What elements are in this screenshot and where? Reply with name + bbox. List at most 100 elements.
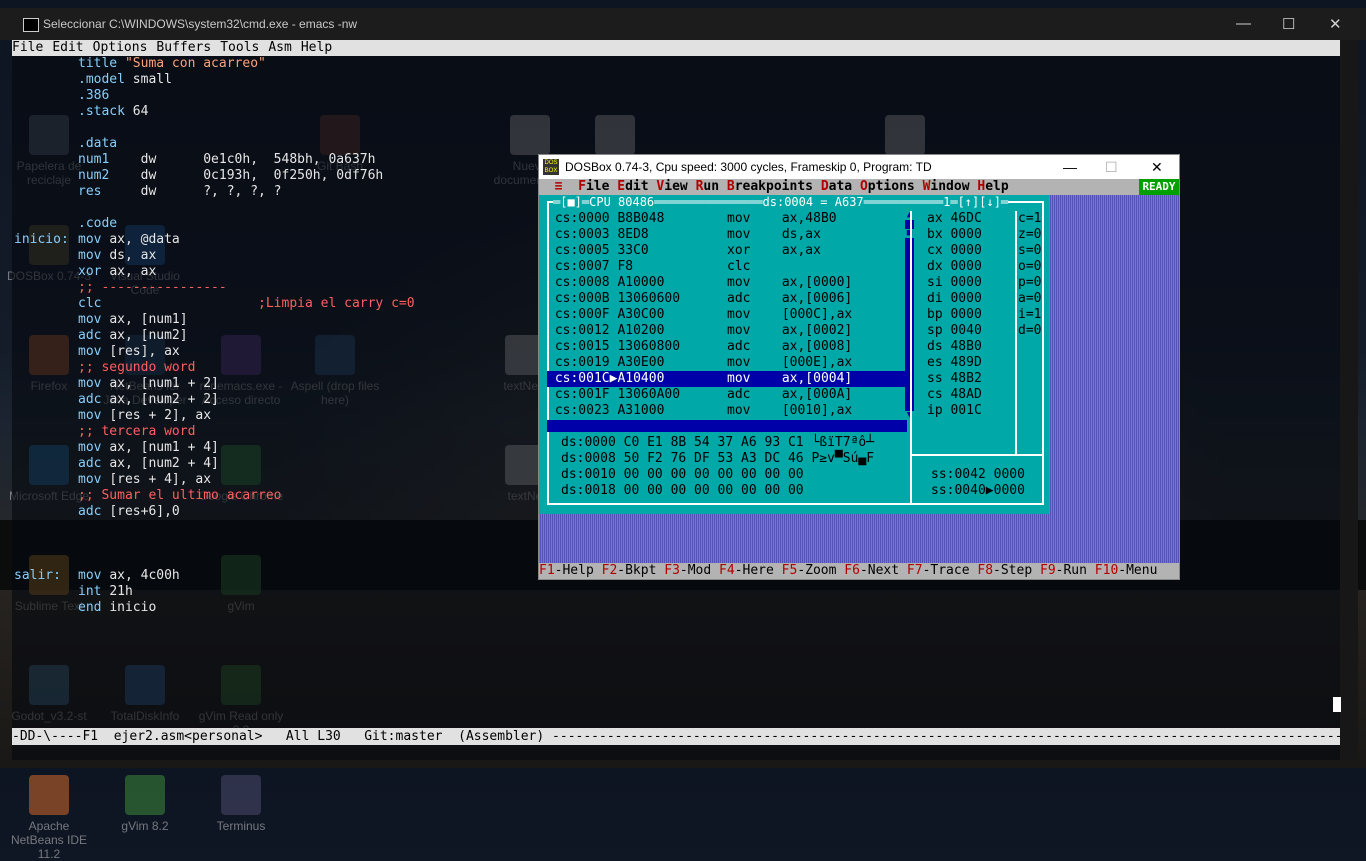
code-line[interactable]: ;; ---------------- bbox=[78, 280, 227, 296]
td-menu-item[interactable]: ≡ bbox=[555, 179, 563, 194]
code-line[interactable]: ;; Sumar el ultimo acarreo bbox=[78, 488, 282, 504]
code-line[interactable]: num1 dw 0e1c0h, 548bh, 0a637h bbox=[78, 152, 375, 168]
fkey-item[interactable]: F5-Zoom bbox=[782, 563, 845, 578]
code-line[interactable]: end inicio bbox=[78, 600, 156, 616]
console-scrollbar[interactable] bbox=[1340, 40, 1358, 760]
disassembly-row[interactable]: cs:000F A30C00 mov [000C],ax bbox=[547, 307, 907, 323]
code-line[interactable]: mov ax, [num1] bbox=[78, 312, 188, 328]
register-row[interactable]: si 0000 bbox=[927, 275, 982, 291]
fkey-item[interactable]: F2-Bkpt bbox=[602, 563, 665, 578]
fkey-item[interactable]: F3-Mod bbox=[664, 563, 719, 578]
close-icon[interactable]: ✕ bbox=[1329, 15, 1342, 33]
disassembly-row[interactable]: cs:0007 F8 clc bbox=[547, 259, 907, 275]
code-line[interactable]: mov [res], ax bbox=[78, 344, 180, 360]
disassembly-row[interactable]: cs:0003 8ED8 mov ds,ax bbox=[547, 227, 907, 243]
dosbox-minimize-icon[interactable]: — bbox=[1063, 155, 1077, 179]
desktop-icon[interactable]: Terminus bbox=[196, 775, 286, 833]
maximize-icon[interactable]: ☐ bbox=[1282, 15, 1295, 33]
code-label[interactable]: salir: bbox=[14, 568, 61, 584]
register-row[interactable]: dx 0000 bbox=[927, 259, 982, 275]
emacs-menu-asm[interactable]: Asm bbox=[268, 40, 291, 55]
register-row[interactable]: cs 48AD bbox=[927, 387, 982, 403]
td-menu-item[interactable]: Edit bbox=[617, 179, 648, 194]
register-row[interactable]: bx 0000 bbox=[927, 227, 982, 243]
disassembly-row[interactable]: cs:0019 A30E00 mov [000E],ax bbox=[547, 355, 907, 371]
memory-dump-row[interactable]: ds:0008 50 F2 76 DF 53 A3 DC 46 P≥v▀Sú▄F bbox=[561, 451, 874, 467]
code-line[interactable]: .code bbox=[78, 216, 117, 232]
td-menu-item[interactable]: Options bbox=[860, 179, 915, 194]
code-line[interactable]: .model small bbox=[78, 72, 172, 88]
code-line[interactable]: .stack 64 bbox=[78, 104, 148, 120]
emacs-menu-file[interactable]: File bbox=[12, 40, 43, 55]
dosbox-close-icon[interactable]: ✕ bbox=[1151, 155, 1163, 179]
register-row[interactable]: ss 48B2 bbox=[927, 371, 982, 387]
emacs-menu-tools[interactable]: Tools bbox=[220, 40, 259, 55]
code-line[interactable]: clc ;Limpia el carry c=0 bbox=[78, 296, 415, 312]
register-row[interactable]: sp 0040 bbox=[927, 323, 982, 339]
disassembly-row[interactable]: cs:0000 B8B048 mov ax,48B0 bbox=[547, 211, 907, 227]
code-line[interactable]: adc [res+6],0 bbox=[78, 504, 180, 520]
emacs-menu-help[interactable]: Help bbox=[301, 40, 332, 55]
memory-dump-pane[interactable]: ds:0000 C0 E1 8B 54 37 A6 93 C1 └ßïT7ªô┴… bbox=[561, 435, 874, 499]
flag-row[interactable]: o=0 bbox=[1018, 259, 1041, 275]
td-menu-item[interactable]: Breakpoints bbox=[727, 179, 813, 194]
memory-dump-row[interactable]: ds:0000 C0 E1 8B 54 37 A6 93 C1 └ßïT7ªô┴ bbox=[561, 435, 874, 451]
disassembly-row[interactable]: cs:0012 A10200 mov ax,[0002] bbox=[547, 323, 907, 339]
disassembly-hscrollbar[interactable] bbox=[547, 420, 907, 432]
code-line[interactable]: res dw ?, ?, ?, ? bbox=[78, 184, 282, 200]
disassembly-row[interactable]: cs:001F 13060A00 adc ax,[000A] bbox=[547, 387, 907, 403]
code-line[interactable]: adc ax, [num2 + 4] bbox=[78, 456, 219, 472]
flag-row[interactable]: p=0 bbox=[1018, 275, 1041, 291]
td-menu-item[interactable]: Run bbox=[696, 179, 719, 194]
register-row[interactable]: di 0000 bbox=[927, 291, 982, 307]
disassembly-row[interactable]: cs:001C▶A10400 mov ax,[0004] bbox=[547, 371, 907, 387]
td-cpu-window[interactable]: ═[■]═CPU 80486═══════════════ds:0004 = A… bbox=[539, 195, 1049, 514]
code-line[interactable]: adc ax, [num2 + 2] bbox=[78, 392, 219, 408]
disassembly-row[interactable]: cs:0023 A31000 mov [0010],ax bbox=[547, 403, 907, 419]
code-line[interactable]: ;; tercera word bbox=[78, 424, 195, 440]
memory-dump-row[interactable]: ds:0018 00 00 00 00 00 00 00 00 bbox=[561, 483, 874, 499]
disassembly-row[interactable]: cs:0015 13060800 adc ax,[0008] bbox=[547, 339, 907, 355]
register-row[interactable]: ip 001C bbox=[927, 403, 982, 419]
desktop-icon[interactable]: gVim 8.2 bbox=[100, 775, 190, 833]
flag-row[interactable]: a=0 bbox=[1018, 291, 1041, 307]
flags-pane[interactable]: c=1 z=0 s=0 o=0 p=0 a=0 i=1 d=0 bbox=[1018, 211, 1041, 339]
desktop-icon[interactable]: Apache NetBeans IDE 11.2 bbox=[4, 775, 94, 861]
td-menu-item[interactable]: File bbox=[578, 179, 609, 194]
memory-dump-row[interactable]: ds:0010 00 00 00 00 00 00 00 00 bbox=[561, 467, 874, 483]
code-line[interactable]: mov ax, 4c00h bbox=[78, 568, 180, 584]
cpu-window-header[interactable]: ═[■]═CPU 80486═══════════════ds:0004 = A… bbox=[553, 195, 1009, 209]
disassembly-row[interactable]: cs:0008 A10000 mov ax,[0000] bbox=[547, 275, 907, 291]
register-row[interactable]: ds 48B0 bbox=[927, 339, 982, 355]
code-line[interactable]: mov ax, @data bbox=[78, 232, 180, 248]
stack-row[interactable]: ss:0040▶0000 bbox=[931, 483, 1025, 499]
fkey-item[interactable]: F1-Help bbox=[539, 563, 602, 578]
code-label[interactable]: inicio: bbox=[14, 232, 69, 248]
code-line[interactable]: ;; segundo word bbox=[78, 360, 195, 376]
registers-pane[interactable]: ax 46DC bx 0000 cx 0000 dx 0000 si 0000 di 00… bbox=[927, 211, 982, 419]
code-line[interactable]: title "Suma con acarreo" bbox=[78, 56, 266, 72]
disassembly-row[interactable]: cs:000B 13060600 adc ax,[0006] bbox=[547, 291, 907, 307]
fkey-item[interactable]: F10-Menu bbox=[1095, 563, 1165, 578]
flag-row[interactable]: d=0 bbox=[1018, 323, 1041, 339]
flag-row[interactable]: i=1 bbox=[1018, 307, 1041, 323]
code-line[interactable]: num2 dw 0c193h, 0f250h, 0df76h bbox=[78, 168, 383, 184]
dosbox-screen[interactable]: ≡ File Edit View Run Breakpoints Data Op… bbox=[539, 179, 1179, 579]
disassembly-row[interactable]: cs:0005 33C0 xor ax,ax bbox=[547, 243, 907, 259]
code-line[interactable]: .data bbox=[78, 136, 117, 152]
register-row[interactable]: ax 46DC bbox=[927, 211, 982, 227]
fkey-item[interactable]: F9-Run bbox=[1040, 563, 1095, 578]
register-row[interactable]: bp 0000 bbox=[927, 307, 982, 323]
dosbox-maximize-icon[interactable]: ☐ bbox=[1105, 155, 1118, 179]
code-line[interactable]: int 21h bbox=[78, 584, 133, 600]
console-scroll-thumb[interactable] bbox=[1333, 697, 1341, 712]
td-menu-item[interactable]: View bbox=[656, 179, 687, 194]
td-menu-item[interactable]: Data bbox=[821, 179, 852, 194]
emacs-menu-buffers[interactable]: Buffers bbox=[156, 40, 211, 55]
code-line[interactable]: mov ax, [num1 + 2] bbox=[78, 376, 219, 392]
fkey-item[interactable]: F4-Here bbox=[719, 563, 782, 578]
fkey-item[interactable]: F8-Step bbox=[977, 563, 1040, 578]
code-line[interactable]: .386 bbox=[78, 88, 109, 104]
register-row[interactable]: cx 0000 bbox=[927, 243, 982, 259]
code-line[interactable]: mov [res + 4], ax bbox=[78, 472, 211, 488]
